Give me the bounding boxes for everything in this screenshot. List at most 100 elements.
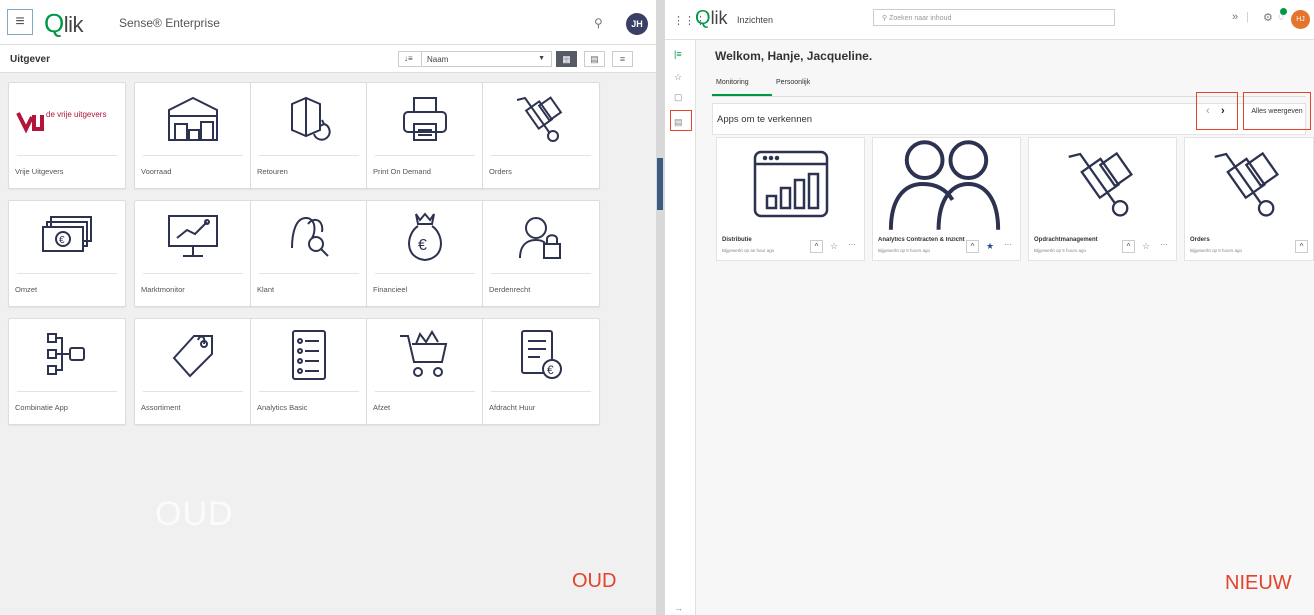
tile-label: Orders <box>489 167 512 176</box>
app-card-analytics-contracten[interactable]: Analytics Contracten & Inzicht Bijgewerk… <box>872 137 1021 261</box>
bar-chart-window-icon <box>717 138 864 230</box>
app-card-distributie[interactable]: Distributie Bijgewerkt op an hour ago ^ … <box>716 137 865 261</box>
app-tile-afzet[interactable]: Afzet <box>366 318 484 425</box>
old-header: ≡ Qlik Sense® Enterprise ⚲ JH <box>0 0 656 45</box>
sort-select[interactable]: ↓≡ Naam ▼ <box>398 51 552 67</box>
search-input[interactable]: ⚲ Zoeken naar inhoud <box>873 9 1115 26</box>
app-tile-print-on-demand[interactable]: Print On Demand <box>366 82 484 189</box>
chevron-down-icon: ▼ <box>538 55 545 62</box>
app-tile-vrije-uitgevers[interactable]: de vrije uitgevers Vrije Uitgevers <box>8 82 126 189</box>
catalog-icon[interactable]: ▢ <box>674 92 683 103</box>
star-filled-icon[interactable]: ★ <box>986 241 994 252</box>
chevron-up-icon[interactable]: ^ <box>810 240 823 253</box>
app-tile-combinatie-app[interactable]: Combinatie App <box>8 318 126 425</box>
card-title: Orders <box>1190 237 1210 243</box>
app-tile-derdenrecht[interactable]: Derdenrecht <box>482 200 600 307</box>
tab-monitoring[interactable]: Monitoring <box>716 79 749 86</box>
app-tile-omzet[interactable]: € Omzet <box>8 200 126 307</box>
tile-label: Analytics Basic <box>257 403 308 412</box>
card-subtitle: Bijgewerkt op 5 hours ago <box>878 248 931 253</box>
svg-text:€: € <box>547 363 554 377</box>
table-icon: ▤ <box>590 53 599 64</box>
old-toolbar: Uitgever ↓≡ Naam ▼ ▦ ▤ ≡ <box>0 45 656 73</box>
panel-divider <box>656 0 665 615</box>
chevron-up-icon[interactable]: ^ <box>966 240 979 253</box>
hamburger-menu-button[interactable]: ≡ <box>7 9 33 35</box>
card-subtitle: Bijgewerkt op 5 hours ago <box>1034 248 1087 253</box>
search-icon[interactable]: ⚲ <box>594 16 603 30</box>
tile-label: Klant <box>257 285 275 294</box>
details-view-button[interactable]: ▤ <box>584 51 605 67</box>
more-icon[interactable]: ··· <box>1004 240 1012 249</box>
tile-label: Retouren <box>257 167 288 176</box>
user-avatar[interactable]: JH <box>626 13 648 35</box>
old-hub-panel: ≡ Qlik Sense® Enterprise ⚲ JH Uitgever ↓… <box>0 0 656 615</box>
qlik-logo: Qlik <box>695 7 728 29</box>
chevron-left-icon[interactable]: ‹ <box>1206 105 1210 117</box>
hand-truck-icon <box>1185 138 1313 230</box>
product-name: Sense® Enterprise <box>119 16 220 30</box>
checklist-icon <box>251 319 367 391</box>
tab-persoonlijk[interactable]: Persoonlijk <box>776 79 810 86</box>
app-card-opdrachtmanagement[interactable]: Opdrachtmanagement Bijgewerkt op 5 hours… <box>1028 137 1177 261</box>
chevron-up-icon[interactable]: ^ <box>1295 240 1308 253</box>
money-bag-icon: € <box>367 201 483 273</box>
user-avatar[interactable]: HJ <box>1291 10 1310 29</box>
share-icon[interactable]: » <box>1232 11 1238 23</box>
tile-label: Combinatie App <box>15 403 68 412</box>
more-icon[interactable]: ··· <box>848 240 856 249</box>
notifications-icon[interactable]: ⚙ <box>1263 11 1273 24</box>
hand-truck-icon <box>483 83 599 155</box>
tile-label: Derdenrecht <box>489 285 531 294</box>
warehouse-icon <box>135 83 251 155</box>
invoice-euro-icon: € <box>483 319 599 391</box>
hand-truck-icon <box>1029 138 1176 230</box>
qlik-logo: Qlik <box>44 8 84 38</box>
app-tile-analytics-basic[interactable]: Analytics Basic <box>250 318 368 425</box>
welcome-title: Welkom, Hanje, Jacqueline. <box>715 49 873 63</box>
home-icon[interactable]: |≡ <box>674 49 682 59</box>
chevron-up-icon[interactable]: ^ <box>1122 240 1135 253</box>
vrije-uitgevers-logo-text: de vrije uitgevers <box>46 110 106 119</box>
flow-diagram-icon <box>9 319 125 391</box>
app-tile-assortiment[interactable]: Assortiment <box>134 318 252 425</box>
customer-search-icon <box>251 201 367 273</box>
more-icon[interactable]: ··· <box>1160 240 1168 249</box>
app-tile-afdracht-huur[interactable]: € Afdracht Huur <box>482 318 600 425</box>
app-tile-financieel[interactable]: € Financieel <box>366 200 484 307</box>
new-main: Welkom, Hanje, Jacqueline. Monitoring Pe… <box>696 40 1314 615</box>
shopping-cart-icon <box>367 319 483 391</box>
ghost-watermark: OUD <box>155 495 234 533</box>
app-tile-voorraad[interactable]: Voorraad <box>134 82 252 189</box>
app-card-orders[interactable]: Orders Bijgewerkt op 5 hours ago ^ <box>1184 137 1314 261</box>
return-box-icon <box>251 83 367 155</box>
list-view-button[interactable]: ≡ <box>612 51 633 67</box>
search-placeholder: Zoeken naar inhoud <box>889 15 952 22</box>
app-tile-klant[interactable]: Klant <box>250 200 368 307</box>
svg-text:€: € <box>418 237 427 254</box>
grid-icon: ▦ <box>562 53 571 64</box>
bell-icon[interactable]: ♢ <box>1277 12 1285 23</box>
grid-view-button[interactable]: ▦ <box>556 51 577 67</box>
chevron-right-icon[interactable]: › <box>1221 105 1225 117</box>
old-label: OUD <box>572 570 617 592</box>
carousel-nav: ‹ › <box>1196 92 1238 130</box>
card-title: Distributie <box>722 237 752 243</box>
expand-sidebar-icon[interactable]: → <box>674 603 683 613</box>
printer-icon <box>367 83 483 155</box>
show-all-button[interactable]: Alles weergeven <box>1243 92 1311 130</box>
app-tile-marktmonitor[interactable]: Marktmonitor <box>134 200 252 307</box>
tile-label: Voorraad <box>141 167 172 176</box>
hamburger-icon: ≡ <box>15 13 25 30</box>
section-heading: Apps om te verkennen <box>717 114 813 125</box>
app-tile-orders[interactable]: Orders <box>482 82 600 189</box>
app-tile-retouren[interactable]: Retouren <box>250 82 368 189</box>
monitor-chart-icon <box>135 201 251 273</box>
star-icon[interactable]: ☆ <box>830 241 838 252</box>
stream-title: Uitgever <box>10 54 51 65</box>
vrije-uitgevers-logo: de vrije uitgevers <box>9 83 125 155</box>
star-icon[interactable]: ☆ <box>1142 241 1150 252</box>
tile-label: Assortiment <box>141 403 181 412</box>
favorites-icon[interactable]: ☆ <box>674 72 682 83</box>
sort-icon: ↓≡ <box>404 54 413 63</box>
